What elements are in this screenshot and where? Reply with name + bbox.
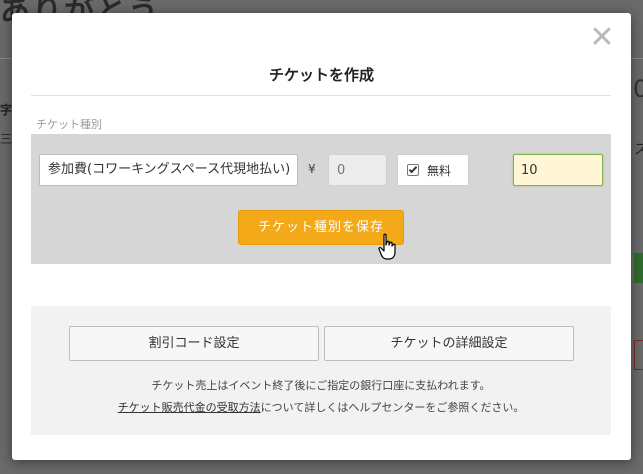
background-text: 三 [0, 132, 13, 146]
background-text: ス [634, 142, 643, 158]
close-icon: ✕ [589, 20, 615, 55]
payout-method-link[interactable]: チケット販売代金の受取方法 [118, 401, 261, 414]
free-label: 無料 [427, 163, 452, 178]
close-button[interactable]: ✕ [589, 23, 615, 53]
modal-title: チケットを作成 [268, 66, 374, 84]
ticket-type-panel: 参加費(コワーキングスペース代現地払い) ¥ 無料 チケット種別を保存 [31, 134, 611, 264]
yen-symbol: ¥ [308, 162, 316, 176]
ticket-settings-panel: 割引コード設定 チケットの詳細設定 チケット売上はイベント終了後にご指定の銀行口… [31, 306, 611, 435]
ticket-name-input[interactable]: 参加費(コワーキングスペース代現地払い) [39, 154, 298, 186]
check-icon [408, 164, 418, 174]
create-ticket-modal: ✕ チケットを作成 チケット種別 参加費(コワーキングスペース代現地払い) ¥ … [12, 13, 631, 460]
background-green-button [634, 253, 643, 283]
background-red-box [634, 340, 643, 370]
ticket-type-label: チケット種別 [36, 118, 102, 131]
checkbox-checked-icon [407, 164, 419, 176]
discount-code-button[interactable]: 割引コード設定 [69, 326, 319, 361]
ticket-name-value: 参加費(コワーキングスペース代現地払い) [48, 162, 291, 177]
quantity-input[interactable] [513, 154, 603, 186]
help-note-text: について詳しくはヘルプセンターをご参照ください。 [260, 401, 525, 414]
ticket-detail-button[interactable]: チケットの詳細設定 [324, 326, 574, 361]
background-text: 0 [633, 75, 643, 103]
price-input[interactable] [328, 154, 387, 186]
payout-note: チケット売上はイベント終了後にご指定の銀行口座に支払われます。 [151, 379, 491, 392]
title-divider [31, 95, 611, 96]
hand-cursor-icon [378, 233, 396, 260]
help-note: チケット販売代金の受取方法について詳しくはヘルプセンターをご参照ください。 [31, 399, 611, 415]
background-text: 字 [0, 103, 13, 117]
free-checkbox[interactable]: 無料 [397, 154, 469, 186]
